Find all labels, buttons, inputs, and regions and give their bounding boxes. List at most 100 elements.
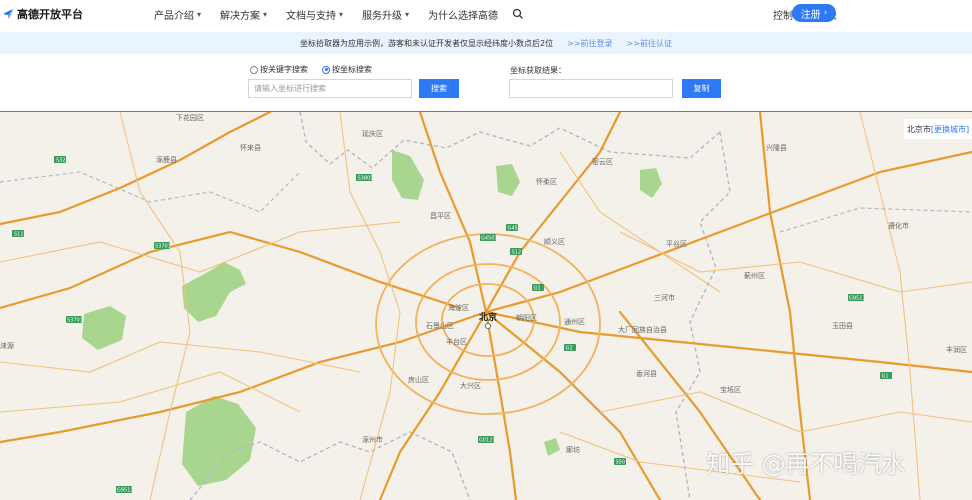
map-label: 房山区	[408, 375, 429, 384]
radio-label: 按坐标搜索	[332, 65, 372, 74]
map-green-area	[82, 306, 126, 350]
notice-bar: 坐标拾取器为应用示例，游客和未认证开发者仅显示经纬度小数点后2位 >>前往登录 …	[0, 32, 972, 54]
top-nav: 高德开放平台 产品介绍 ▾ 解决方案 ▾ 文档与支持 ▾ 服务升级 ▾ 为什么选择高德 …	[0, 0, 972, 28]
coordinate-result-field[interactable]	[509, 79, 673, 98]
map-svg: 下花园区 延庆区 怀来县 涿鹿县 昌平区 怀柔区 密云区 兴隆县 顺义区 平谷区…	[0, 112, 972, 500]
coordinate-search-input[interactable]	[248, 79, 412, 98]
register-label: 注册	[800, 9, 821, 21]
map-label: 石景山区	[426, 321, 454, 330]
nav-item-upgrade[interactable]: 服务升级 ▾	[362, 7, 409, 22]
road-shield-label: S11	[14, 232, 24, 238]
chevron-right-icon: ›	[823, 8, 828, 18]
logo[interactable]: 高德开放平台	[2, 6, 120, 22]
road-shield-label: G4501	[481, 236, 498, 242]
map-label: 平谷区	[666, 239, 687, 248]
map-label: 涿鹿县	[156, 155, 177, 164]
map-label: 通州区	[564, 317, 585, 326]
road-shield-label: S3701	[155, 244, 171, 250]
map-highway	[378, 310, 488, 500]
map-label: 丰台区	[446, 337, 467, 346]
road-shield-label: G9511	[117, 488, 134, 494]
map-green-area	[182, 396, 256, 486]
login-notice-link[interactable]: >>前往登录	[567, 38, 612, 49]
map-green-area	[182, 262, 246, 322]
logo-icon	[3, 9, 13, 19]
map-label: 怀柔区	[536, 177, 557, 186]
search-button[interactable]: 搜索	[419, 79, 459, 98]
coordinate-picker-panel: 按关键字搜索 按坐标搜索 搜索 坐标获取结果： 复制	[0, 54, 972, 111]
map-border	[0, 171, 301, 213]
map-label: 怀来县	[240, 143, 261, 152]
map-road	[599, 391, 972, 433]
notice-text: 坐标拾取器为应用示例，游客和未认证开发者仅显示经纬度小数点后2位	[300, 38, 554, 48]
map-label: 香河县	[636, 369, 657, 378]
map-highway	[484, 150, 972, 314]
radio-label: 按关键字搜索	[260, 65, 308, 74]
map-road	[0, 371, 301, 413]
map-label: 昌平区	[430, 212, 451, 220]
nav-item-solutions[interactable]: 解决方案 ▾	[220, 7, 267, 22]
result-label: 坐标获取结果：	[510, 66, 566, 75]
map-green-area	[496, 164, 520, 196]
map-highway	[484, 310, 518, 500]
change-city-link[interactable]: [更换城市]	[931, 124, 969, 135]
road-shield-label: G45	[508, 226, 518, 232]
road-shield-label: S3801	[358, 176, 374, 182]
road-shield-label: S3701	[67, 318, 83, 324]
nav-item-label: 产品介绍	[154, 10, 194, 22]
map-label: 宝坻区	[720, 385, 741, 394]
map-label: 涿州市	[362, 435, 383, 444]
radio-button[interactable]	[250, 65, 258, 74]
radio-keyword-search[interactable]: 按关键字搜索	[250, 64, 308, 75]
road-shield-label: S50	[616, 460, 626, 466]
map-canvas[interactable]: 下花园区 延庆区 怀来县 涿鹿县 昌平区 怀柔区 密云区 兴隆县 顺义区 平谷区…	[0, 112, 972, 500]
chevron-down-icon: ▾	[339, 9, 344, 19]
road-shield-label: S32	[56, 158, 66, 164]
road-shield-label: G0121	[479, 438, 496, 444]
city-switcher[interactable]: 北京市 [更换城市]	[903, 119, 972, 139]
map-label: 顺义区	[544, 238, 565, 246]
map-highway	[0, 112, 272, 226]
road-shield-label: G1	[882, 374, 889, 380]
nav-item-label: 文档与支持	[286, 10, 337, 22]
map-label: 朝阳区	[516, 313, 537, 322]
map-green-area	[544, 438, 560, 456]
map-highway	[484, 310, 972, 374]
map-label: 三河市	[654, 293, 675, 302]
road-shield-label: G2	[566, 346, 573, 352]
map-label: 丰润区	[946, 345, 967, 354]
road-shield-label: G1	[534, 286, 541, 292]
nav-item-label: 解决方案	[220, 10, 261, 22]
chevron-down-icon: ▾	[197, 9, 202, 19]
nav-item-why[interactable]: 为什么选择高德	[428, 7, 498, 22]
map-label: 兴隆县	[766, 143, 787, 152]
map-label: 大兴区	[460, 381, 481, 390]
map-border	[299, 112, 721, 169]
map-label: 蓟州区	[744, 271, 765, 280]
map-road	[119, 112, 191, 500]
road-shield-label: S12	[512, 250, 522, 256]
current-city: 北京市	[906, 124, 931, 134]
chevron-down-icon: ▾	[263, 9, 268, 19]
map-label: 海淀区	[448, 303, 469, 312]
watermark: 知乎 @再不喝汽水	[706, 450, 906, 478]
search-icon[interactable]	[512, 8, 524, 20]
map-city-label: 北京	[479, 311, 497, 323]
nav-item-docs[interactable]: 文档与支持 ▾	[286, 7, 343, 22]
map-label: 涞源	[0, 341, 14, 350]
city-center-marker	[485, 323, 491, 329]
map-green-area	[392, 150, 424, 200]
chevron-down-icon: ▾	[405, 9, 410, 19]
copy-button[interactable]: 复制	[682, 79, 721, 98]
radio-coord-search[interactable]: 按坐标搜索	[322, 64, 372, 75]
map-border	[779, 207, 972, 233]
register-button[interactable]: 注册 ›	[792, 4, 836, 22]
map-label: 下花园区	[176, 113, 204, 122]
nav-item-products[interactable]: 产品介绍 ▾	[154, 7, 201, 22]
map-label: 玉田县	[832, 322, 853, 330]
radio-button-selected[interactable]	[322, 65, 330, 74]
map-label: 大厂回族自治县	[618, 325, 667, 334]
logo-text: 高德开放平台	[17, 8, 83, 21]
map-green-area	[640, 168, 662, 198]
verify-notice-link[interactable]: >>前往认证	[627, 38, 672, 49]
